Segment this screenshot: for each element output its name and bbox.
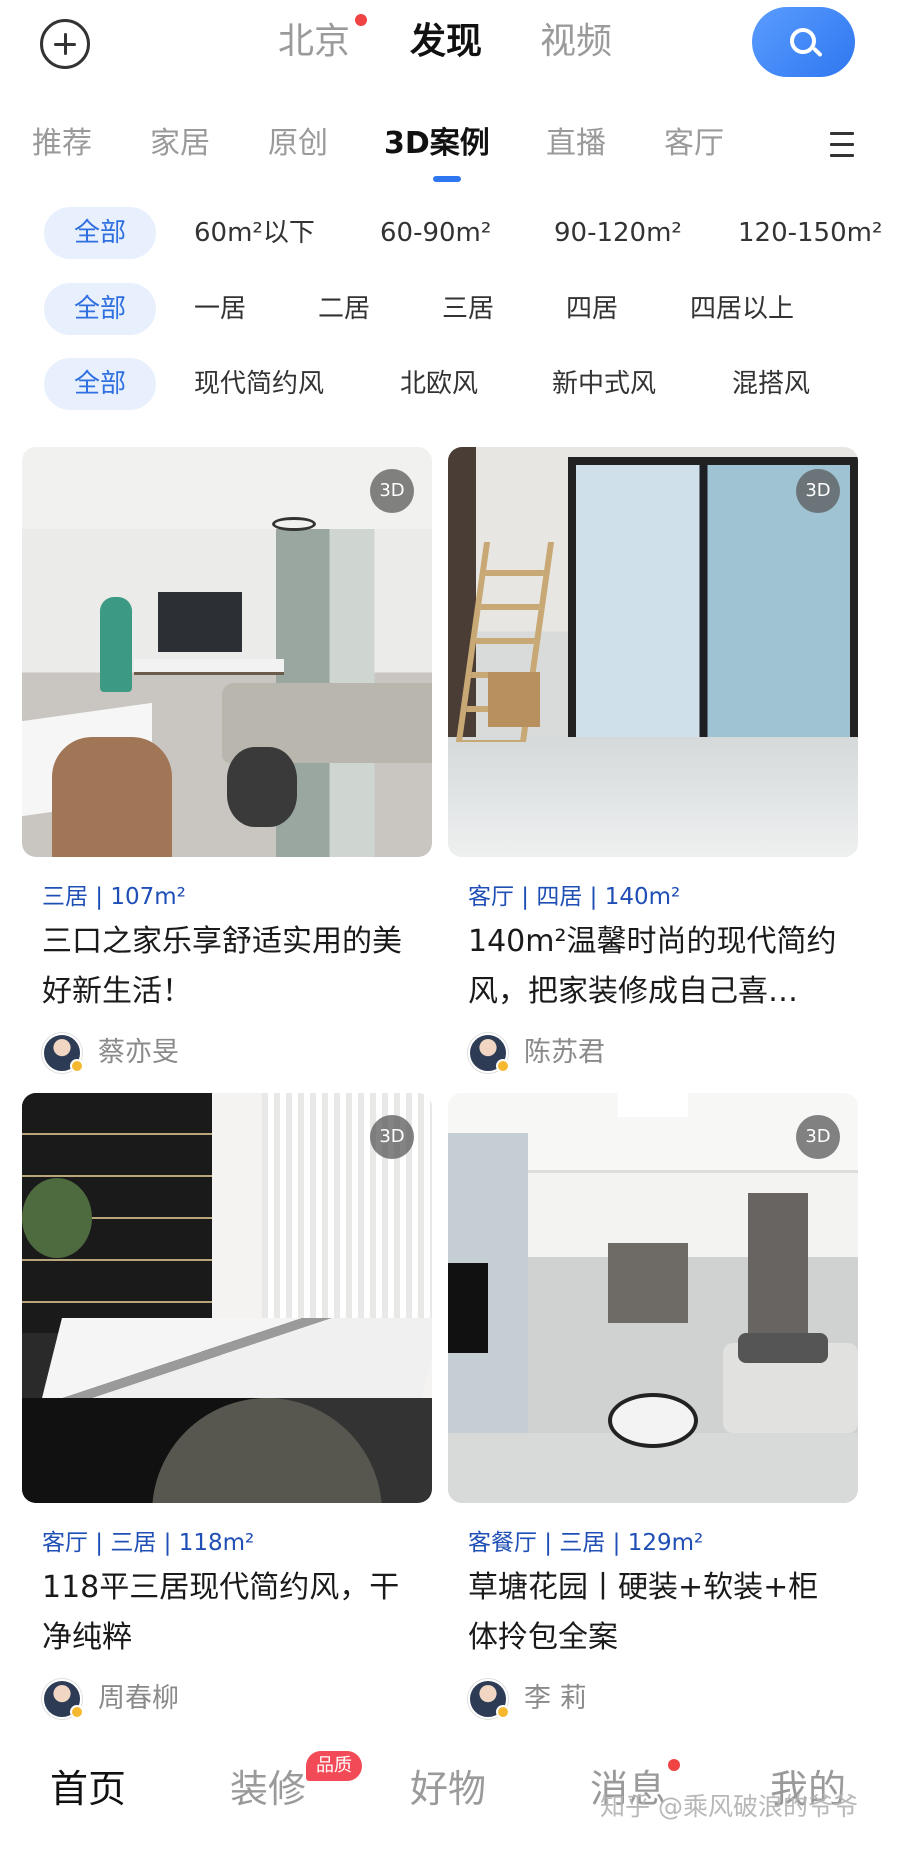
add-icon[interactable] <box>40 19 90 69</box>
filter-area-all[interactable]: 全部 <box>44 207 156 259</box>
case-tags: 三居 | 107m² <box>42 884 186 910</box>
tab-recommend[interactable]: 推荐 <box>32 118 92 170</box>
filter-style: 全部 现代简约风 北欧风 新中式风 混搭风 <box>0 358 897 410</box>
verified-icon <box>496 1705 510 1719</box>
author-name: 周春柳 <box>98 1683 179 1714</box>
avatar <box>42 1679 84 1719</box>
3d-badge: 3D <box>370 1115 414 1159</box>
filter-area-option[interactable]: 120-150m² <box>738 207 882 259</box>
case-thumbnail[interactable]: 3D <box>448 1093 858 1503</box>
tab-live[interactable]: 直播 <box>546 118 606 170</box>
case-title[interactable]: 三口之家乐享舒适实用的美好新生活！ <box>42 917 422 1017</box>
avatar <box>468 1679 510 1719</box>
notification-dot <box>668 1759 680 1771</box>
filter-style-option[interactable]: 混搭风 <box>732 358 810 410</box>
filter-style-option[interactable]: 北欧风 <box>400 358 478 410</box>
watermark: 知乎 @乘风破浪的爷爷 <box>600 1792 858 1821</box>
author-name: 李 莉 <box>524 1683 587 1714</box>
verified-icon <box>70 1059 84 1073</box>
filter-rooms-option[interactable]: 三居 <box>442 283 494 335</box>
filter-rooms-option[interactable]: 一居 <box>194 283 246 335</box>
tab-city[interactable]: 北京 <box>278 16 350 68</box>
nav-goods[interactable]: 好物 <box>410 1759 486 1819</box>
filter-rooms-option[interactable]: 四居 <box>566 283 618 335</box>
filter-rooms-all[interactable]: 全部 <box>44 283 156 335</box>
menu-icon[interactable] <box>830 132 854 158</box>
author-name: 蔡亦旻 <box>98 1037 179 1068</box>
top-bar: 北京 发现 视频 <box>0 0 897 90</box>
case-thumbnail[interactable]: 3D <box>22 447 432 857</box>
case-title[interactable]: 140m²温馨时尚的现代简约风，把家装修成自己喜… <box>468 917 848 1017</box>
notification-dot <box>355 14 367 26</box>
tab-video[interactable]: 视频 <box>540 16 612 68</box>
case-tags: 客厅 | 三居 | 118m² <box>42 1530 255 1556</box>
filter-area: 全部 60m²以下 60-90m² 90-120m² 120-150m² <box>0 207 897 259</box>
case-thumbnail[interactable]: 3D <box>22 1093 432 1503</box>
filter-rooms-option[interactable]: 四居以上 <box>690 283 794 335</box>
verified-icon <box>70 1705 84 1719</box>
case-tags: 客餐厅 | 三居 | 129m² <box>468 1530 704 1556</box>
active-tab-indicator <box>433 176 461 182</box>
3d-badge: 3D <box>796 1115 840 1159</box>
case-thumbnail[interactable]: 3D <box>448 447 858 857</box>
tab-living-room[interactable]: 客厅 <box>664 118 724 170</box>
tab-discover[interactable]: 发现 <box>410 16 482 68</box>
search-button[interactable] <box>752 7 855 77</box>
verified-icon <box>496 1059 510 1073</box>
filter-style-option[interactable]: 现代简约风 <box>194 358 324 410</box>
quality-badge: 品质 <box>306 1751 362 1781</box>
nav-decoration[interactable]: 装修 <box>230 1759 306 1819</box>
tab-3d-cases[interactable]: 3D案例 <box>384 118 490 170</box>
filter-rooms: 全部 一居 二居 三居 四居 四居以上 <box>0 283 897 335</box>
3d-badge: 3D <box>796 469 840 513</box>
filter-rooms-option[interactable]: 二居 <box>318 283 370 335</box>
filter-area-option[interactable]: 60-90m² <box>380 207 491 259</box>
filter-style-all[interactable]: 全部 <box>44 358 156 410</box>
tab-original[interactable]: 原创 <box>268 118 328 170</box>
filter-area-option[interactable]: 90-120m² <box>554 207 682 259</box>
case-tags: 客厅 | 四居 | 140m² <box>468 884 681 910</box>
filter-style-option[interactable]: 新中式风 <box>552 358 656 410</box>
nav-home[interactable]: 首页 <box>50 1759 126 1819</box>
filter-area-option[interactable]: 60m²以下 <box>194 207 315 259</box>
author-name: 陈苏君 <box>524 1037 605 1068</box>
avatar <box>42 1033 84 1073</box>
case-title[interactable]: 118平三居现代简约风，干净纯粹 <box>42 1563 422 1663</box>
case-title[interactable]: 草塘花园丨硬装+软装+柜体拎包全案 <box>468 1563 848 1663</box>
avatar <box>468 1033 510 1073</box>
3d-badge: 3D <box>370 469 414 513</box>
tab-home-furnishing[interactable]: 家居 <box>150 118 210 170</box>
